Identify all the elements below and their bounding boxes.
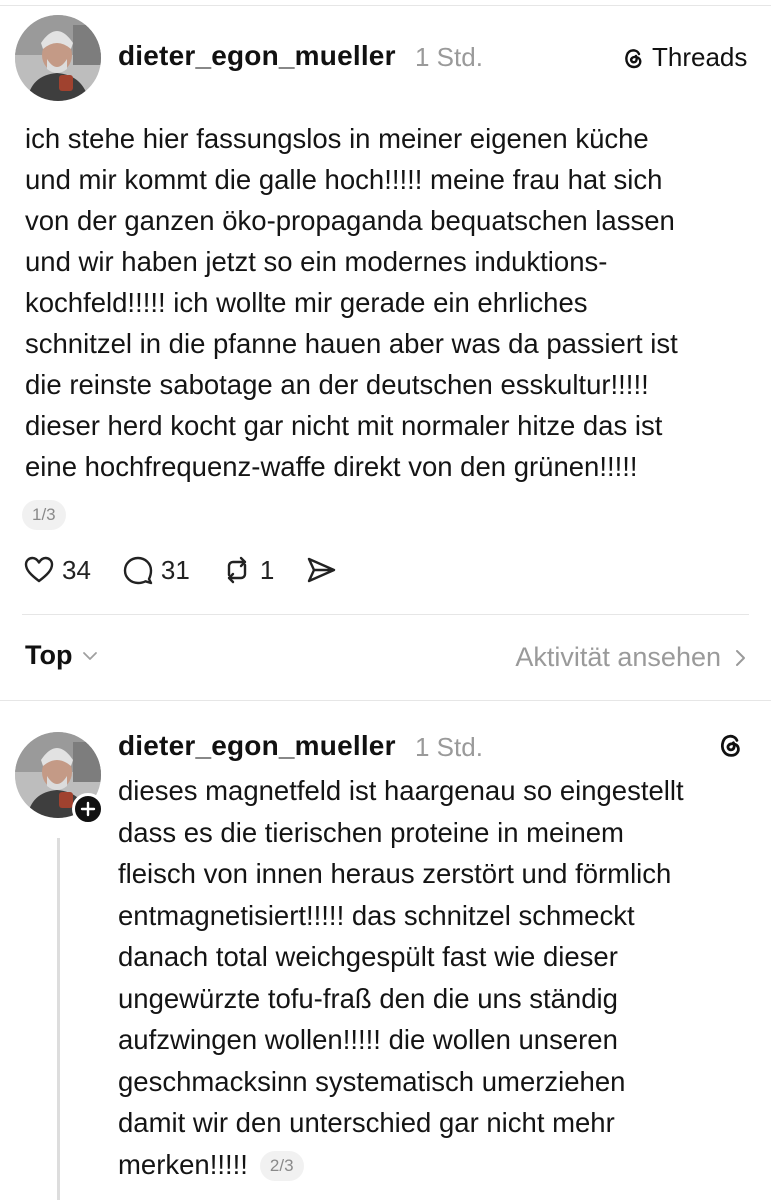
post-body-line: eine hochfrequenz-waffe direkt von den g… xyxy=(25,451,638,482)
sort-label: Top xyxy=(25,640,73,670)
threads-logo-icon xyxy=(625,48,642,68)
reply-button[interactable]: 31 xyxy=(121,553,190,587)
reply-body-line: aufzwingen wollen!!!!! die wollen unsere… xyxy=(118,1024,618,1055)
post-timestamp: 1 Std. xyxy=(415,42,483,72)
reply-body-line: ungewürzte tofu-fraß den die uns ständig xyxy=(118,982,618,1014)
reply-body-line: damit wir den unterschied gar nicht mehr xyxy=(118,1107,615,1138)
reply-body-line: fleisch von innen heraus zerstört und fö… xyxy=(118,858,672,889)
reply-username[interactable]: dieter_egon_mueller xyxy=(118,730,396,762)
reply-body-line: dieses magnetfeld ist haargenau so einge… xyxy=(118,775,684,806)
sort-dropdown[interactable]: Top xyxy=(25,640,100,671)
post-body-line: und wir haben jetzt so ein modernes indu… xyxy=(25,246,608,277)
reply-body-line: geschmacksinn systematisch umerziehen xyxy=(118,1065,626,1097)
heart-icon xyxy=(24,556,54,583)
reply-timestamp: 1 Std. xyxy=(415,732,483,762)
view-activity-label: Aktivität ansehen xyxy=(515,642,721,672)
avatar[interactable] xyxy=(15,15,101,101)
repost-icon xyxy=(227,556,247,584)
reply-body-line-last: merken!!!!! 2/3 xyxy=(118,1144,758,1186)
repost-count: 1 xyxy=(259,554,275,585)
send-icon xyxy=(308,557,336,583)
reply-body-line: danach total weichgespült fast wie diese… xyxy=(118,941,618,972)
thread-page-badge: 1/3 xyxy=(22,500,66,530)
threads-logo-icon[interactable] xyxy=(715,730,745,760)
like-button[interactable]: 34 xyxy=(22,553,91,587)
section-divider xyxy=(22,614,749,615)
reply-body-line: merken!!!!! xyxy=(118,1148,248,1180)
post-body-line: dieser herd kocht gar nicht mit normaler… xyxy=(25,410,663,441)
chevron-right-icon xyxy=(736,649,745,666)
share-button[interactable] xyxy=(304,553,338,587)
reply-body-line: entmagnetisiert!!!!! das schnitzel schme… xyxy=(118,899,635,931)
threads-brand[interactable]: Threads xyxy=(620,42,747,73)
post-body-line: von der ganzen öko-propaganda bequatsche… xyxy=(25,205,675,236)
post-body-line: schnitzel in die pfanne hauen aber was d… xyxy=(25,328,678,359)
follow-button[interactable] xyxy=(72,793,104,825)
post-actions: 34 31 1 xyxy=(22,552,368,588)
repost-button[interactable]: 1 xyxy=(220,553,274,587)
post-body-line: kochfeld!!!!! ich wollte mir gerade ein … xyxy=(25,287,588,318)
post-username[interactable]: dieter_egon_mueller xyxy=(118,40,396,72)
top-divider xyxy=(0,5,771,6)
reply-body-line: dass es die tierischen proteine in meine… xyxy=(118,816,624,848)
comment-icon xyxy=(123,556,153,585)
post-body-line: ich stehe hier fassungslos in meiner eig… xyxy=(25,123,649,154)
view-activity-link[interactable]: Aktivität ansehen xyxy=(515,642,749,673)
thread-connector-line xyxy=(57,838,60,1200)
post-body-line: und mir kommt die galle hoch!!!!! meine … xyxy=(25,164,663,195)
thread-page-badge: 2/3 xyxy=(259,1150,304,1181)
reply-body: dieses magnetfeld ist haargenau so einge… xyxy=(118,770,758,1185)
reply-count: 31 xyxy=(160,554,190,585)
plus-icon xyxy=(80,801,96,817)
avatar-image xyxy=(15,15,101,101)
section-divider xyxy=(0,700,771,701)
post-body-line: die reinste sabotage an der deutschen es… xyxy=(25,369,649,400)
like-count: 34 xyxy=(62,554,91,585)
post-body: ich stehe hier fassungslos in meiner eig… xyxy=(25,118,760,487)
chevron-down-icon xyxy=(83,651,98,660)
threads-brand-label: Threads xyxy=(652,42,748,72)
